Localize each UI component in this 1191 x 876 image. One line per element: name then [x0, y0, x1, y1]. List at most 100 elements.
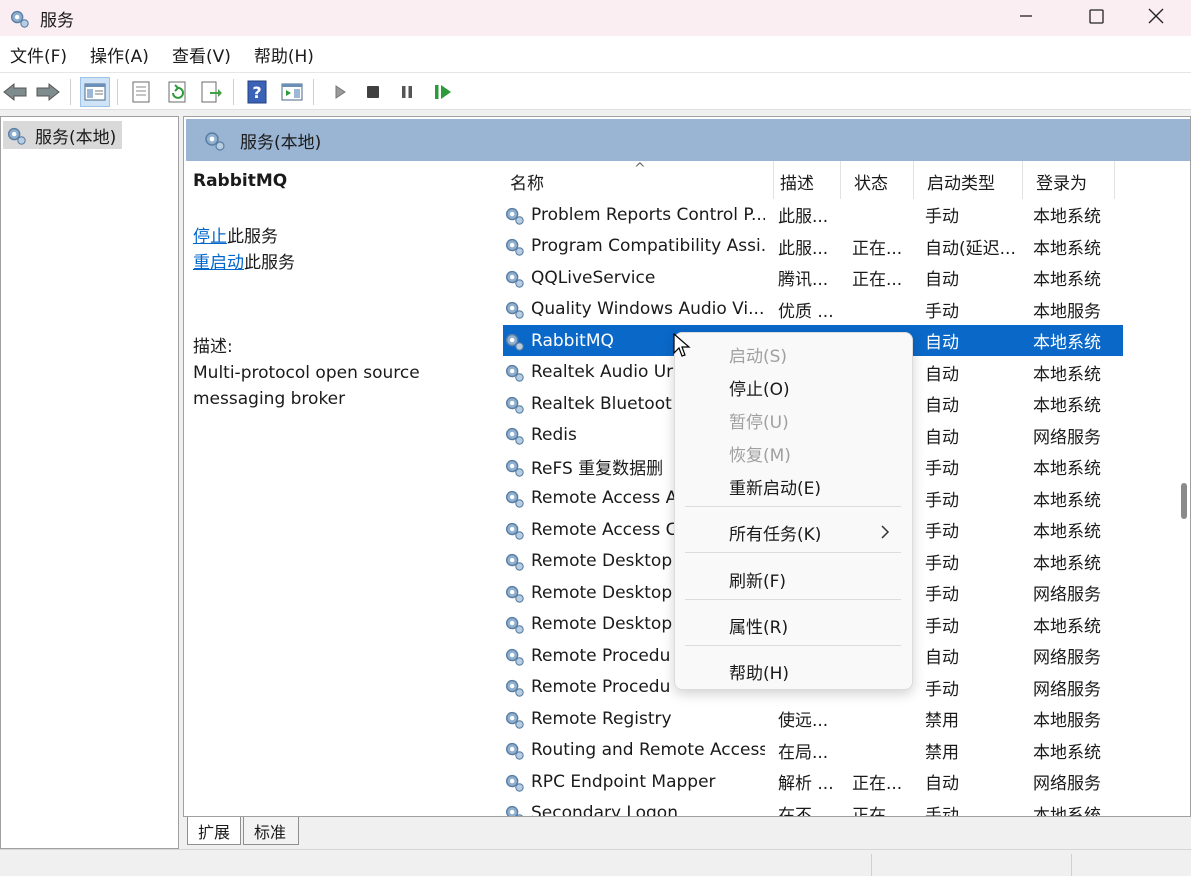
- maximize-icon: [1088, 8, 1104, 24]
- menu-item-resume[interactable]: 恢复(M): [729, 438, 791, 468]
- column-header-name[interactable]: 名称: [497, 161, 774, 199]
- service-logon-cell: 本地系统: [1033, 522, 1101, 542]
- pause-service-icon: [402, 86, 412, 98]
- service-name-label: Program Compatibility Assi...: [531, 236, 765, 256]
- service-logon-cell: 本地系统: [1033, 553, 1101, 574]
- service-description-cell: 腾讯...: [778, 270, 829, 290]
- toolbar-separator: [233, 79, 234, 105]
- service-status-cell: [852, 703, 912, 734]
- service-logon-cell: 本地系统: [1033, 459, 1101, 479]
- column-header-description[interactable]: 描述: [767, 161, 841, 199]
- menu-item-all-tasks[interactable]: 所有任务(K): [729, 517, 821, 547]
- service-name-cell: Quality Windows Audio Vi...: [503, 294, 765, 325]
- menu-view[interactable]: 查看(V): [172, 42, 231, 67]
- tab-extended[interactable]: 扩展: [187, 817, 241, 845]
- menu-separator: [685, 506, 901, 507]
- table-row[interactable]: Quality Windows Audio Vi... 优质 ... 手动 本地服务: [503, 294, 1123, 325]
- service-startup-type-cell: 自动: [925, 427, 959, 448]
- service-gear-icon: [505, 396, 524, 414]
- service-logon-cell: 本地系统: [1033, 364, 1101, 385]
- menu-item-refresh[interactable]: 刷新(F): [729, 564, 786, 594]
- table-row[interactable]: Problem Reports Control P... 此服... 手动 本地系统: [503, 199, 1123, 230]
- service-startup-type-cell: 手动: [925, 490, 959, 511]
- menu-item-help[interactable]: 帮助(H): [729, 656, 789, 686]
- service-logon-cell: 网络服务: [1033, 427, 1101, 448]
- pause-service-button[interactable]: [392, 77, 422, 107]
- tab-standard[interactable]: 标准: [243, 817, 299, 845]
- service-logon-cell: 本地系统: [1033, 805, 1101, 817]
- service-startup-type-cell: 自动: [925, 270, 959, 290]
- export-list-button[interactable]: [196, 77, 226, 107]
- service-gear-icon: [505, 490, 524, 508]
- service-name-label: Remote Registry: [531, 708, 672, 729]
- menu-item-restart[interactable]: 重新启动(E): [729, 471, 821, 501]
- table-row[interactable]: Routing and Remote Access 在局... 禁用 本地系统: [503, 735, 1123, 766]
- service-name-label: QQLiveService: [531, 267, 656, 288]
- help-button[interactable]: ?: [242, 77, 272, 107]
- service-status-cell: 正在...: [852, 238, 903, 259]
- service-name-label: Realtek Bluetoot: [531, 393, 672, 414]
- close-button[interactable]: [1121, 0, 1191, 32]
- menu-separator: [685, 552, 901, 553]
- refresh-button[interactable]: [162, 77, 192, 107]
- resume-service-button[interactable]: [428, 77, 458, 107]
- service-logon-cell: 本地服务: [1033, 711, 1101, 731]
- status-bar-divider: [871, 854, 872, 876]
- column-header-status[interactable]: 状态: [841, 161, 914, 199]
- properties-button[interactable]: [126, 77, 156, 107]
- selected-service-name: RabbitMQ: [193, 171, 288, 191]
- back-button[interactable]: [0, 77, 30, 107]
- table-row[interactable]: Program Compatibility Assi... 此服... 正在... 自…: [503, 231, 1123, 262]
- description-text-line-1: Multi-protocol open source: [193, 363, 420, 383]
- service-logon-cell: 网络服务: [1033, 679, 1101, 700]
- service-name-label: RPC Endpoint Mapper: [531, 771, 716, 792]
- restart-service-line: 重启动此服务: [193, 250, 483, 276]
- service-name-label: ReFS 重复数据删: [531, 459, 664, 479]
- service-name-label: Secondary Logon: [531, 803, 678, 816]
- menu-action[interactable]: 操作(A): [90, 42, 149, 67]
- service-gear-icon: [505, 805, 523, 816]
- stop-service-suffix: 此服务: [227, 227, 278, 247]
- services-gear-icon: [7, 127, 26, 145]
- service-status-cell: [852, 199, 912, 230]
- action-pane-button[interactable]: [277, 77, 307, 107]
- description-pane: RabbitMQ 停止此服务 重启动此服务 描述: Multi-protocol…: [193, 171, 483, 412]
- service-description-cell: 解析 ...: [778, 774, 834, 794]
- forward-button[interactable]: [33, 77, 63, 107]
- service-startup-type-cell: 手动: [925, 679, 959, 700]
- column-header-startup-type[interactable]: 启动类型: [914, 161, 1023, 199]
- show-hide-tree-button[interactable]: [80, 77, 110, 107]
- service-description-cell: 优质 ...: [778, 301, 834, 322]
- menu-item-properties[interactable]: 属性(R): [729, 610, 788, 640]
- service-name-cell: Program Compatibility Assi...: [503, 231, 765, 262]
- menu-file[interactable]: 文件(F): [10, 42, 67, 67]
- table-row[interactable]: QQLiveService 腾讯... 正在... 自动 本地系统: [503, 262, 1123, 293]
- restart-service-suffix: 此服务: [244, 253, 295, 273]
- service-status-cell: 正在...: [852, 774, 903, 794]
- menu-item-start[interactable]: 启动(S): [729, 339, 787, 369]
- resume-service-icon: [435, 85, 451, 99]
- start-service-button[interactable]: [325, 77, 355, 107]
- service-gear-icon: [505, 774, 524, 792]
- service-name-cell: Problem Reports Control P...: [503, 199, 765, 230]
- menu-item-pause[interactable]: 暂停(U): [729, 405, 789, 435]
- service-name-label: Remote Procedu: [531, 677, 671, 697]
- menu-help[interactable]: 帮助(H): [254, 42, 314, 67]
- column-header-logon-as[interactable]: 登录为: [1023, 161, 1115, 199]
- restart-service-link[interactable]: 重启动: [193, 253, 244, 273]
- menu-item-stop[interactable]: 停止(O): [729, 372, 790, 402]
- service-startup-type-cell: 手动: [925, 553, 959, 574]
- vertical-scrollbar-thumb[interactable]: [1181, 483, 1187, 519]
- table-row[interactable]: Secondary Logon 在不... 正在... 手动 本地系统: [503, 798, 1123, 817]
- context-menu: 启动(S) 停止(O) 暂停(U) 恢复(M) 重新启动(E) 所有任务(K) …: [674, 332, 913, 690]
- table-row[interactable]: Remote Registry 使远... 禁用 本地服务: [503, 703, 1123, 734]
- minimize-button[interactable]: [991, 0, 1061, 32]
- stop-service-button[interactable]: [358, 77, 388, 107]
- mouse-pointer-icon: [673, 333, 691, 357]
- table-row[interactable]: RPC Endpoint Mapper 解析 ... 正在... 自动 网络服务: [503, 766, 1123, 797]
- stop-service-link[interactable]: 停止: [193, 227, 227, 247]
- service-logon-cell: 本地系统: [1033, 238, 1101, 259]
- stop-service-icon: [367, 86, 379, 98]
- tree-item-services-local[interactable]: 服务(本地): [3, 121, 123, 149]
- service-gear-icon: [505, 742, 524, 760]
